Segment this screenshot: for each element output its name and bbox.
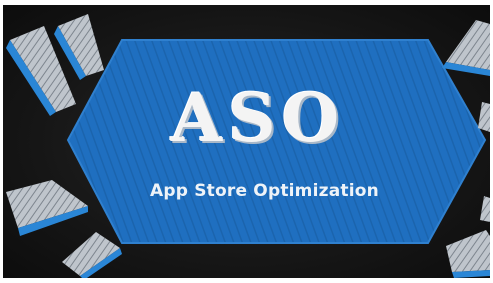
ray-right-top — [446, 20, 490, 70]
chalkboard-banner: ASO App Store Optimization — [0, 0, 493, 283]
ray-right-lower — [480, 196, 490, 222]
headline-aso: ASO — [170, 79, 346, 157]
ray-right-bottom — [446, 230, 490, 272]
ray-right-mid — [478, 102, 490, 132]
subline-app-store-optimization: App Store Optimization — [150, 181, 379, 201]
